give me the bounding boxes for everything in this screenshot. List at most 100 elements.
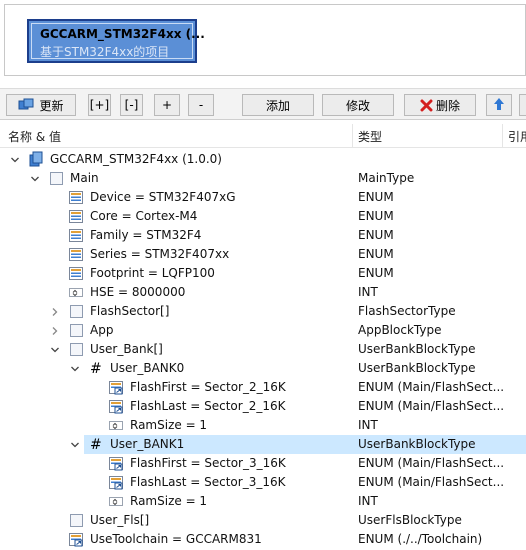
tree-row[interactable]: # User_BANK0 UserBankBlockType [0,359,526,378]
tree-item-label: HSE = 8000000 [90,285,186,299]
tree-item-label: Footprint = LQFP100 [90,266,215,280]
tree-row[interactable]: Device = STM32F407xG ENUM [0,188,526,207]
ref-enum-icon [108,379,124,395]
svg-text:#: # [90,437,102,452]
chevron-down-icon[interactable] [10,154,20,164]
project-panel: GCCARM_STM32F4xx (... 基于STM32F4xx的项目 [4,4,526,76]
tree-item-label: Main [70,171,99,185]
column-type[interactable]: 类型 [358,128,382,145]
delete-icon [420,99,433,112]
tree-item-label: FlashLast = Sector_3_16K [130,475,286,489]
minus-button[interactable]: - [188,94,214,116]
enum-icon [68,265,84,281]
column-divider[interactable] [352,124,353,147]
ref-enum-icon [108,455,124,471]
chevron-right-icon[interactable] [50,325,60,335]
tree-row[interactable]: RamSize = 1 INT [0,416,526,435]
arrow-up-icon [493,97,505,114]
tree-row[interactable]: Series = STM32F407xx ENUM [0,245,526,264]
plus-button[interactable]: + [154,94,180,116]
tree-item-label: Series = STM32F407xx [90,247,230,261]
tree-item-type: ENUM (Main/FlashSect... [358,456,505,470]
tree-item-label: Core = Cortex-M4 [90,209,198,223]
tree-row[interactable]: User_Fls[] UserFlsBlockType [0,511,526,530]
tree-item-label: FlashLast = Sector_2_16K [130,399,286,413]
toolbar: 更新 [+] [-] + - 添加 修改 删除 [0,88,526,120]
tree-item-type: INT [358,285,378,299]
tree-item-type: MainType [358,171,415,185]
modify-button[interactable]: 修改 [322,94,394,116]
tree-item-type: UserBankBlockType [358,437,476,451]
tree-item-label: User_BANK0 [110,361,185,375]
tree-item-label: FlashSector[] [90,304,170,318]
tree-item-type: UserFlsBlockType [358,513,462,527]
tree-row[interactable]: FlashFirst = Sector_3_16K ENUM (Main/Flas… [0,454,526,473]
tree-row[interactable]: UseToolchain = GCCARM831 ENUM (./../Toolc… [0,530,526,549]
tree-item-label: RamSize = 1 [130,494,208,508]
chevron-down-icon[interactable] [30,173,40,183]
tree-row[interactable]: FlashLast = Sector_3_16K ENUM (Main/Flash… [0,473,526,492]
tree-row[interactable]: FlashLast = Sector_2_16K ENUM (Main/Flash… [0,397,526,416]
tree-row[interactable]: GCCARM_STM32F4xx (1.0.0) [0,150,526,169]
tree-row[interactable]: RamSize = 1 INT [0,492,526,511]
tree-item-label: FlashFirst = Sector_3_16K [130,456,286,470]
tree-row[interactable]: Footprint = LQFP100 ENUM [0,264,526,283]
tree-row[interactable]: Main MainType [0,169,526,188]
tree-item-label: App [90,323,114,337]
tree-item-type: ENUM (./../Toolchain) [358,532,483,546]
tree-item-label: UseToolchain = GCCARM831 [90,532,262,546]
column-ref[interactable]: 引用 [508,128,526,145]
chevron-down-icon[interactable] [70,363,80,373]
delete-label: 删除 [435,98,460,113]
move-up-button[interactable] [486,94,512,116]
config-tree[interactable]: GCCARM_STM32F4xx (1.0.0) Main MainType Devi… [0,149,526,550]
tree-item-type: ENUM [358,190,394,204]
tree-row[interactable]: User_Bank[] UserBankBlockType [0,340,526,359]
project-card[interactable]: GCCARM_STM32F4xx (... 基于STM32F4xx的项目 [27,19,205,63]
int-icon [108,417,124,433]
tree-item-type: ENUM (Main/FlashSect... [358,399,505,413]
tree-item-label: Device = STM32F407xG [90,190,236,204]
tree-row[interactable]: FlashSector[] FlashSectorType [0,302,526,321]
hash-icon: # [88,436,104,453]
tree-row[interactable]: Family = STM32F4 ENUM [0,226,526,245]
collapse-all-button[interactable]: [-] [120,94,143,116]
int-icon [108,493,124,509]
tree-item-label: User_Fls[] [90,513,150,527]
tree-item-type: ENUM [358,228,394,242]
int-icon [68,284,84,300]
expand-all-button[interactable]: [+] [88,94,111,116]
move-down-button[interactable] [519,94,526,116]
tree-item-type: ENUM [358,266,394,280]
tree-item-label: RamSize = 1 [130,418,208,432]
column-name-value[interactable]: 名称 & 值 [8,128,61,145]
project-icon [28,151,44,167]
column-divider[interactable] [502,124,503,147]
tree-item-type: INT [358,494,378,508]
chevron-down-icon[interactable] [70,439,80,449]
tree-item-label: FlashFirst = Sector_2_16K [130,380,286,394]
delete-button[interactable]: 删除 [404,94,476,116]
tree-item-type: UserBankBlockType [358,361,476,375]
tree-row[interactable]: HSE = 8000000 INT [0,283,526,302]
tree-item-type: ENUM (Main/FlashSect... [358,380,505,394]
hash-icon: # [88,360,104,377]
chevron-down-icon[interactable] [50,344,60,354]
tree-item-type: FlashSectorType [358,304,456,318]
ref-enum-icon [68,531,84,547]
tree-item-label: Family = STM32F4 [90,228,202,242]
tree-row[interactable]: Core = Cortex-M4 ENUM [0,207,526,226]
svg-text:#: # [90,361,102,376]
tree-item-type: ENUM [358,247,394,261]
tree-item-type: INT [358,418,378,432]
block-icon [68,341,84,357]
tree-item-type: ENUM (Main/FlashSect... [358,475,505,489]
add-button[interactable]: 添加 [242,94,314,116]
tree-row[interactable]: FlashFirst = Sector_2_16K ENUM (Main/Flas… [0,378,526,397]
chevron-right-icon[interactable] [50,306,60,316]
tree-row[interactable]: App AppBlockType [0,321,526,340]
tree-row[interactable]: # User_BANK1 UserBankBlockType [0,435,526,454]
refresh-button[interactable]: 更新 [6,94,76,116]
tree-item-label: User_BANK1 [110,437,185,451]
refresh-label: 更新 [39,98,64,113]
